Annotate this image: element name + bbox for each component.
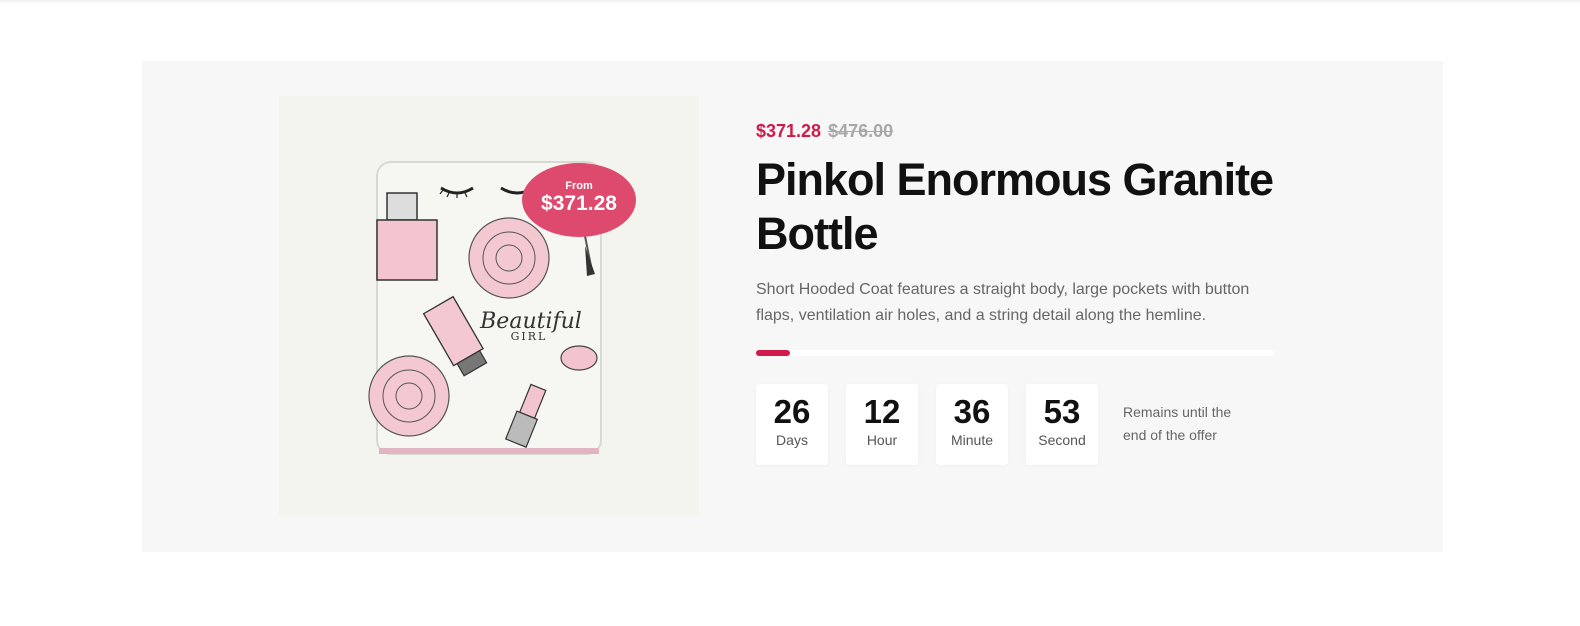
- price-row: $371.28 $476.00: [756, 121, 1276, 145]
- product-title[interactable]: Pinkol Enormous Granite Bottle: [756, 153, 1276, 261]
- current-price: $371.28: [756, 121, 822, 141]
- old-price: $476.00: [828, 121, 894, 141]
- price-badge: From $371.28: [522, 163, 636, 237]
- product-image[interactable]: Beautiful GIRL From $371.28: [279, 96, 699, 516]
- countdown-minutes-label: Minute: [950, 432, 994, 448]
- countdown-seconds-value: 53: [1043, 393, 1081, 430]
- stock-progress-fill: [756, 350, 790, 356]
- deal-of-the-day-section: Beautiful GIRL From $371.28 $371.28 $476…: [142, 61, 1443, 552]
- countdown-days-label: Days: [776, 432, 808, 448]
- deal-info: $371.28 $476.00 Pinkol Enormous Granite …: [756, 121, 1276, 465]
- countdown-seconds-label: Second: [1038, 432, 1086, 448]
- countdown-minutes: 36 Minute: [936, 384, 1008, 465]
- countdown-timer: 26 Days 12 Hour 36 Minute 53 Second Rema…: [756, 384, 1253, 465]
- rose-icon: [468, 217, 550, 299]
- countdown-seconds: 53 Second: [1026, 384, 1098, 465]
- image-sub-text: GIRL: [511, 330, 548, 343]
- countdown-hours: 12 Hour: [846, 384, 918, 465]
- product-illustration: Beautiful GIRL: [368, 161, 602, 455]
- countdown-hours-value: 12: [863, 393, 901, 430]
- rose-icon: [368, 355, 450, 437]
- stock-progress-bar: [756, 350, 1274, 356]
- header-shadow: [0, 0, 1580, 4]
- product-description: Short Hooded Coat features a straight bo…: [756, 281, 1250, 324]
- countdown-days-value: 26: [773, 393, 811, 430]
- price-badge-from-label: From: [565, 180, 593, 192]
- countdown-minutes-value: 36: [953, 393, 991, 430]
- price-badge-amount: $371.28: [541, 192, 617, 215]
- countdown-days: 26 Days: [756, 384, 828, 465]
- countdown-remains-text: Remains until the end of the offer: [1123, 404, 1232, 443]
- countdown-hours-label: Hour: [866, 432, 898, 448]
